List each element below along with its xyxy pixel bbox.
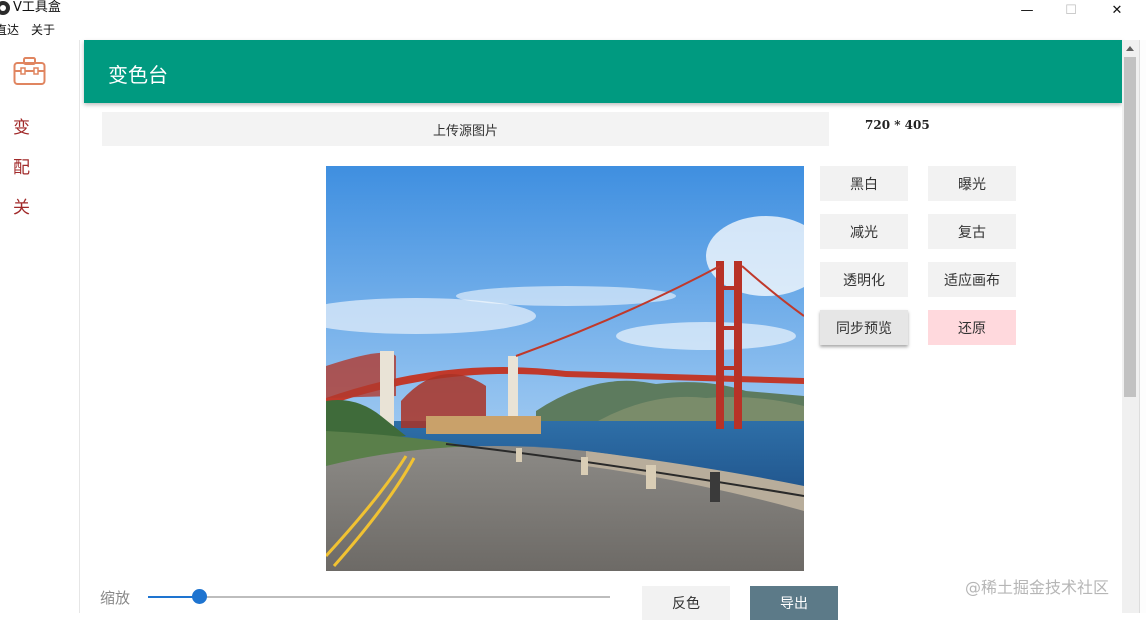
page-title: 变色台 <box>108 63 168 87</box>
zoom-slider-thumb[interactable] <box>192 589 207 604</box>
transparent-button[interactable]: 透明化 <box>820 262 908 297</box>
toolbox-icon[interactable] <box>13 56 46 86</box>
title-bar: V工具盒 — ☐ ✕ <box>0 0 1146 20</box>
vertical-scrollbar[interactable] <box>1122 40 1139 613</box>
page-header: 变色台 <box>84 40 1122 103</box>
fit-canvas-button[interactable]: 适应画布 <box>928 262 1016 297</box>
sidebar-item-config[interactable]: 配 <box>13 153 30 178</box>
sidebar-item-transform[interactable]: 变 <box>13 113 30 138</box>
app-window: V工具盒 — ☐ ✕ 直达 关于 变 配 关 变色台 上传源图片 720 * 4… <box>0 0 1146 620</box>
invert-button[interactable]: 反色 <box>642 586 730 620</box>
menu-bar: 直达 关于 <box>0 20 1146 40</box>
scrollbar-thumb[interactable] <box>1124 57 1136 397</box>
background-window-edge <box>1139 40 1146 613</box>
sidebar-item-close[interactable]: 关 <box>13 193 30 218</box>
restore-button[interactable]: 还原 <box>928 310 1016 345</box>
exposure-button[interactable]: 曝光 <box>928 166 1016 201</box>
minimize-button[interactable]: — <box>1004 0 1050 20</box>
dim-button[interactable]: 减光 <box>820 214 908 249</box>
menu-item-about[interactable]: 关于 <box>31 23 55 37</box>
sidebar: 变 配 关 <box>0 40 80 613</box>
zoom-slider[interactable] <box>148 589 610 604</box>
image-dimensions: 720 * 405 <box>865 118 930 132</box>
scroll-up-arrow-icon[interactable] <box>1126 46 1134 51</box>
maximize-button[interactable]: ☐ <box>1048 0 1094 20</box>
zoom-label: 缩放 <box>100 589 131 607</box>
preview-image <box>326 166 804 571</box>
app-icon <box>0 1 10 15</box>
grayscale-button[interactable]: 黑白 <box>820 166 908 201</box>
vintage-button[interactable]: 复古 <box>928 214 1016 249</box>
menu-item-direct[interactable]: 直达 <box>0 23 19 37</box>
close-button[interactable]: ✕ <box>1094 0 1140 20</box>
sync-preview-button[interactable]: 同步预览 <box>820 310 908 345</box>
window-title: V工具盒 <box>13 0 61 15</box>
watermark: @稀土掘金技术社区 <box>965 578 1110 597</box>
upload-button[interactable]: 上传源图片 <box>102 112 829 146</box>
export-button[interactable]: 导出 <box>750 586 838 620</box>
